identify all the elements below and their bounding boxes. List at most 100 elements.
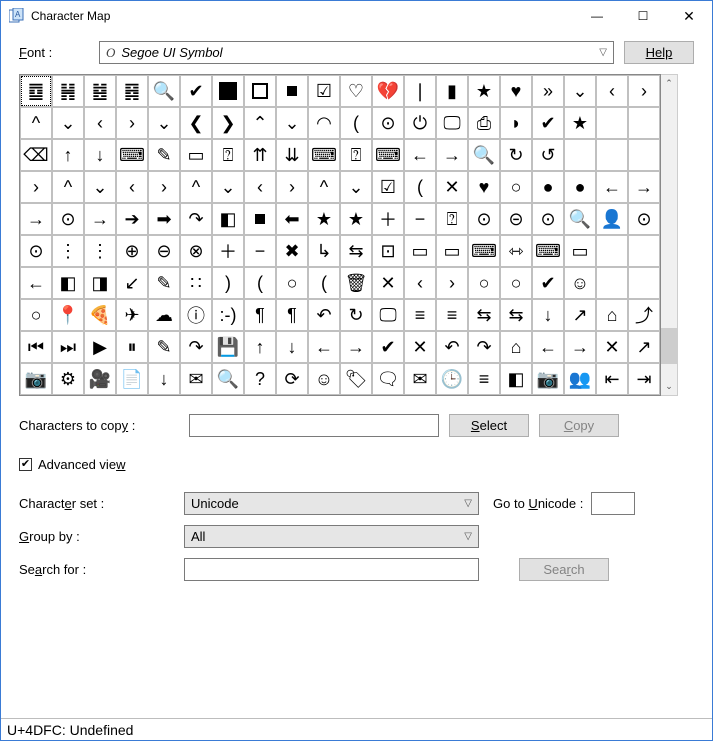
character-cell[interactable]: ⌨ — [532, 235, 564, 267]
character-cell[interactable] — [628, 235, 660, 267]
character-cell[interactable]: 🍕 — [84, 299, 116, 331]
character-cell[interactable]: ★ — [564, 107, 596, 139]
character-cell[interactable]: ▭ — [436, 235, 468, 267]
character-cell[interactable]: ^ — [308, 171, 340, 203]
character-cell[interactable]: ⊕ — [116, 235, 148, 267]
character-cell[interactable]: ← — [532, 331, 564, 363]
character-cell[interactable]: ⇆ — [340, 235, 372, 267]
character-cell[interactable]: ↻ — [340, 299, 372, 331]
minimize-button[interactable]: — — [574, 1, 620, 31]
character-cell[interactable]: 🖵 — [372, 299, 404, 331]
character-cell[interactable]: 📷 — [532, 363, 564, 395]
character-cell[interactable] — [244, 203, 276, 235]
character-cell[interactable]: ↶ — [308, 299, 340, 331]
character-cell[interactable]: ♡ — [340, 75, 372, 107]
character-cell[interactable]: ䷽ — [52, 75, 84, 107]
character-cell[interactable]: ⏻ — [404, 107, 436, 139]
character-cell[interactable]: ? — [244, 363, 276, 395]
character-cell[interactable]: ≡ — [468, 363, 500, 395]
character-cell[interactable]: ＋ — [212, 235, 244, 267]
character-cell[interactable]: ↓ — [532, 299, 564, 331]
character-cell[interactable]: ⇿ — [500, 235, 532, 267]
character-cell[interactable]: 🎥 — [84, 363, 116, 395]
character-cell[interactable]: ↗ — [628, 331, 660, 363]
scroll-thumb[interactable] — [661, 328, 677, 364]
character-cell[interactable]: ↻ — [500, 139, 532, 171]
character-cell[interactable]: ⇥ — [628, 363, 660, 395]
character-cell[interactable]: ☑ — [372, 171, 404, 203]
character-cell[interactable] — [596, 139, 628, 171]
character-cell[interactable] — [596, 107, 628, 139]
character-cell[interactable]: ⊗ — [180, 235, 212, 267]
character-cell[interactable]: 🔍 — [468, 139, 500, 171]
character-cell[interactable]: ⇆ — [500, 299, 532, 331]
character-cell[interactable]: ⊙ — [532, 203, 564, 235]
character-cell[interactable]: ● — [564, 171, 596, 203]
character-cell[interactable]: ¶ — [244, 299, 276, 331]
character-cell[interactable]: ▶ — [84, 331, 116, 363]
character-cell[interactable]: 💔 — [372, 75, 404, 107]
character-cell[interactable]: 🏷 — [340, 363, 372, 395]
character-cell[interactable]: ✉ — [180, 363, 212, 395]
character-cell[interactable]: ☺ — [308, 363, 340, 395]
character-cell[interactable]: ⌨ — [116, 139, 148, 171]
character-cell[interactable] — [276, 75, 308, 107]
character-cell[interactable]: → — [628, 171, 660, 203]
character-cell[interactable]: ䷼ — [20, 75, 52, 107]
character-cell[interactable]: ⊝ — [500, 203, 532, 235]
character-cell[interactable]: ⋮ — [84, 235, 116, 267]
character-cell[interactable]: ✕ — [372, 267, 404, 299]
character-cell[interactable]: ⓘ — [180, 299, 212, 331]
character-cell[interactable]: 💾 — [212, 331, 244, 363]
character-cell[interactable]: ＋ — [372, 203, 404, 235]
character-cell[interactable]: ) — [212, 267, 244, 299]
character-cell[interactable]: ⊖ — [148, 235, 180, 267]
character-cell[interactable]: ○ — [468, 267, 500, 299]
character-cell[interactable]: ⍰ — [436, 203, 468, 235]
character-cell[interactable]: ✉ — [404, 363, 436, 395]
character-cell[interactable]: ↺ — [532, 139, 564, 171]
character-cell[interactable]: ⇊ — [276, 139, 308, 171]
character-cell[interactable]: ⌄ — [276, 107, 308, 139]
character-cell[interactable] — [628, 139, 660, 171]
copy-input[interactable] — [189, 414, 439, 437]
character-cell[interactable]: › — [436, 267, 468, 299]
character-cell[interactable]: ( — [340, 107, 372, 139]
scroll-up-button[interactable]: ⌃ — [661, 75, 677, 92]
character-cell[interactable]: ▮ — [436, 75, 468, 107]
character-cell[interactable]: 📷 — [20, 363, 52, 395]
character-cell[interactable]: ❯ — [212, 107, 244, 139]
charset-combobox[interactable]: Unicode ▽ — [184, 492, 479, 515]
character-cell[interactable]: ‹ — [596, 75, 628, 107]
character-cell[interactable]: ⚙ — [52, 363, 84, 395]
character-cell[interactable]: ䷾ — [84, 75, 116, 107]
character-cell[interactable]: ( — [308, 267, 340, 299]
character-cell[interactable]: 📄 — [116, 363, 148, 395]
character-cell[interactable]: ⊡ — [372, 235, 404, 267]
character-cell[interactable]: ¶ — [276, 299, 308, 331]
character-cell[interactable]: ⌫ — [20, 139, 52, 171]
character-cell[interactable]: ● — [532, 171, 564, 203]
character-cell[interactable]: ≡ — [436, 299, 468, 331]
character-cell[interactable]: ‹ — [84, 107, 116, 139]
character-cell[interactable]: → — [84, 203, 116, 235]
character-cell[interactable]: → — [436, 139, 468, 171]
character-cell[interactable]: ✎ — [148, 331, 180, 363]
character-cell[interactable]: › — [148, 171, 180, 203]
character-cell[interactable]: ☺ — [564, 267, 596, 299]
character-cell[interactable]: ❮ — [180, 107, 212, 139]
character-cell[interactable]: ⇈ — [244, 139, 276, 171]
character-cell[interactable]: ○ — [20, 299, 52, 331]
character-cell[interactable]: ♥ — [468, 171, 500, 203]
character-cell[interactable]: ✖ — [276, 235, 308, 267]
character-cell[interactable]: ✎ — [148, 139, 180, 171]
character-cell[interactable]: ^ — [52, 171, 84, 203]
character-cell[interactable]: ○ — [500, 171, 532, 203]
character-cell[interactable]: › — [20, 171, 52, 203]
character-cell[interactable]: ⌄ — [52, 107, 84, 139]
character-cell[interactable]: ✔ — [180, 75, 212, 107]
character-cell[interactable]: ⌨ — [372, 139, 404, 171]
character-cell[interactable]: ‹ — [404, 267, 436, 299]
character-cell[interactable]: ☁ — [148, 299, 180, 331]
character-cell[interactable]: ⊙ — [628, 203, 660, 235]
